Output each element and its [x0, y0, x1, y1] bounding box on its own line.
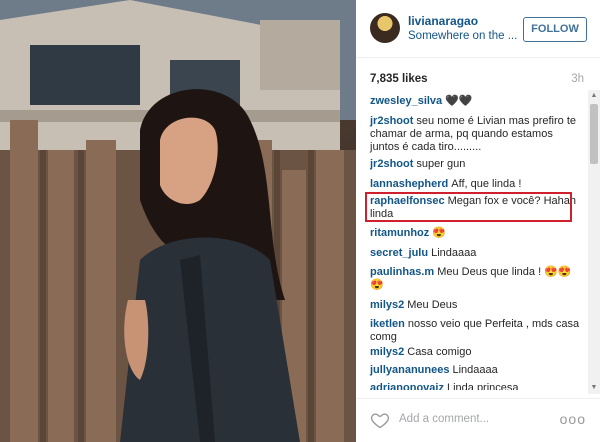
scroll-down-icon[interactable]: ▼ — [588, 382, 600, 394]
comment-item: jr2shoot seu nome é Livian mas prefiro te… — [370, 115, 582, 154]
comment-item: jr2shoot super gun — [370, 158, 582, 171]
post-side-panel: livianaragao Somewhere on the ... FOLLOW… — [356, 0, 600, 442]
comment-text: Aff, que linda ! — [451, 178, 522, 190]
comment-username[interactable]: lannashepherd — [370, 178, 448, 190]
post-photo[interactable] — [0, 0, 356, 442]
comment-item: zwesley_silva 🖤🖤 — [370, 95, 582, 108]
likes-count[interactable]: 7,835 likes — [370, 73, 428, 85]
comment-item: jullyananunees Lindaaaa — [370, 364, 582, 377]
post-time: 3h — [571, 73, 584, 85]
heart-icon[interactable] — [370, 410, 390, 430]
comment-username[interactable]: milys2 — [370, 346, 404, 358]
comment-username[interactable]: adrianonovaiz — [370, 382, 444, 390]
comment-text: 🖤🖤 — [445, 95, 473, 107]
post-location[interactable]: Somewhere on the ... — [408, 30, 517, 42]
comment-text: Casa comigo — [407, 346, 472, 358]
comments-list: zwesley_silva 🖤🖤 jr2shoot seu nome é Livia… — [356, 90, 588, 390]
comment-username[interactable]: zwesley_silva — [370, 95, 442, 107]
comment-username[interactable]: jr2shoot — [370, 158, 413, 170]
comment-text: super gun — [416, 158, 466, 170]
comment-username[interactable]: milys2 — [370, 299, 404, 311]
comment-item: paulinhas.m Meu Deus que linda ! 😍😍😍 — [370, 266, 582, 292]
comment-item: lannashepherd Aff, que linda ! — [370, 178, 582, 191]
comment-username[interactable]: ritamunhoz — [370, 227, 429, 239]
post-username[interactable]: livianaragao — [408, 14, 478, 28]
comment-text: Linda princesa — [446, 382, 519, 390]
comment-text: Meu Deus — [407, 299, 458, 311]
comment-text: Lindaaaa — [452, 364, 498, 376]
avatar[interactable] — [370, 13, 400, 43]
add-comment-input[interactable]: Add a comment... — [399, 413, 489, 425]
scrollbar-thumb[interactable] — [590, 104, 598, 164]
post-footer: Add a comment... ooo — [356, 398, 600, 442]
scroll-up-icon[interactable]: ▲ — [588, 90, 600, 102]
highlight-box — [365, 192, 572, 222]
more-options-icon[interactable]: ooo — [560, 411, 586, 427]
comment-text: 😍 — [432, 227, 446, 239]
comment-username[interactable]: jullyananunees — [370, 364, 449, 376]
comment-item: secret_julu Lindaaaa — [370, 247, 582, 260]
comment-username[interactable]: paulinhas.m — [370, 266, 434, 278]
post-header: livianaragao Somewhere on the ... FOLLOW — [356, 0, 600, 58]
comment-item: milys2 Casa comigo — [370, 346, 582, 359]
follow-button[interactable]: FOLLOW — [523, 17, 587, 42]
comment-text: Lindaaaa — [431, 247, 477, 259]
comment-username[interactable]: secret_julu — [370, 247, 428, 259]
comment-item: milys2 Meu Deus — [370, 299, 582, 312]
photo-illustration — [0, 0, 356, 442]
comment-item: ritamunhoz 😍 — [370, 227, 582, 240]
comment-item: adrianonovaiz Linda princesa — [370, 382, 582, 390]
comment-username[interactable]: iketlen — [370, 318, 405, 330]
comment-item: iketlen nosso veio que Perfeita , mds cas… — [370, 318, 582, 344]
comment-username[interactable]: jr2shoot — [370, 115, 413, 127]
